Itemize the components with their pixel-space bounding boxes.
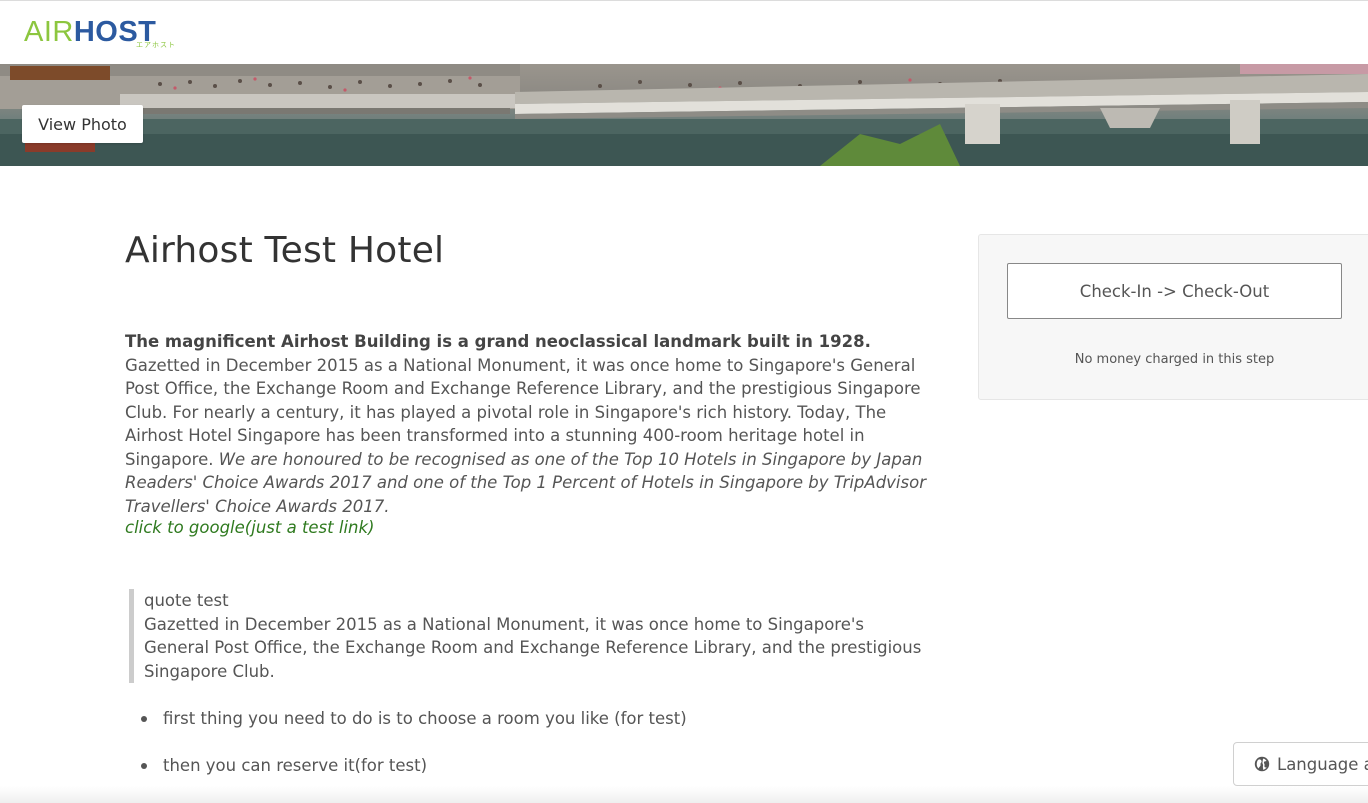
logo-katakana: エアホスト xyxy=(136,41,176,49)
description-bold: The magnificent Airhost Building is a gr… xyxy=(125,332,871,351)
language-label: Language a xyxy=(1277,754,1368,774)
list-item: then you can reserve it(for test) xyxy=(125,753,687,800)
quote-title: quote test xyxy=(144,591,229,610)
google-test-link[interactable]: click to google(just a test link) xyxy=(125,518,375,537)
language-button[interactable]: Language a xyxy=(1233,742,1368,786)
hotel-description: The magnificent Airhost Building is a gr… xyxy=(125,330,947,518)
booking-note: No money charged in this step xyxy=(1074,352,1275,367)
hero-image xyxy=(0,64,1368,166)
hotel-title: Airhost Test Hotel xyxy=(125,230,445,271)
hero-banner: View Photo xyxy=(0,64,1368,166)
booking-panel: Check-In -> Check-Out No money charged i… xyxy=(978,234,1368,400)
check-in-check-out-button[interactable]: Check-In -> Check-Out xyxy=(1007,263,1342,319)
top-header: AIRHOST エアホスト xyxy=(0,0,1368,64)
list-item: first thing you need to do is to choose … xyxy=(125,706,687,753)
airhost-logo[interactable]: AIRHOST エアホスト xyxy=(24,15,186,51)
hotel-quote: quote test Gazetted in December 2015 as … xyxy=(129,589,929,683)
view-photo-button[interactable]: View Photo xyxy=(22,105,143,143)
steps-list: first thing you need to do is to choose … xyxy=(125,706,687,800)
globe-icon xyxy=(1254,756,1270,772)
quote-body: Gazetted in December 2015 as a National … xyxy=(144,614,922,681)
description-italic: We are honoured to be recognised as one … xyxy=(125,449,926,516)
logo-air: AIR xyxy=(24,16,74,48)
